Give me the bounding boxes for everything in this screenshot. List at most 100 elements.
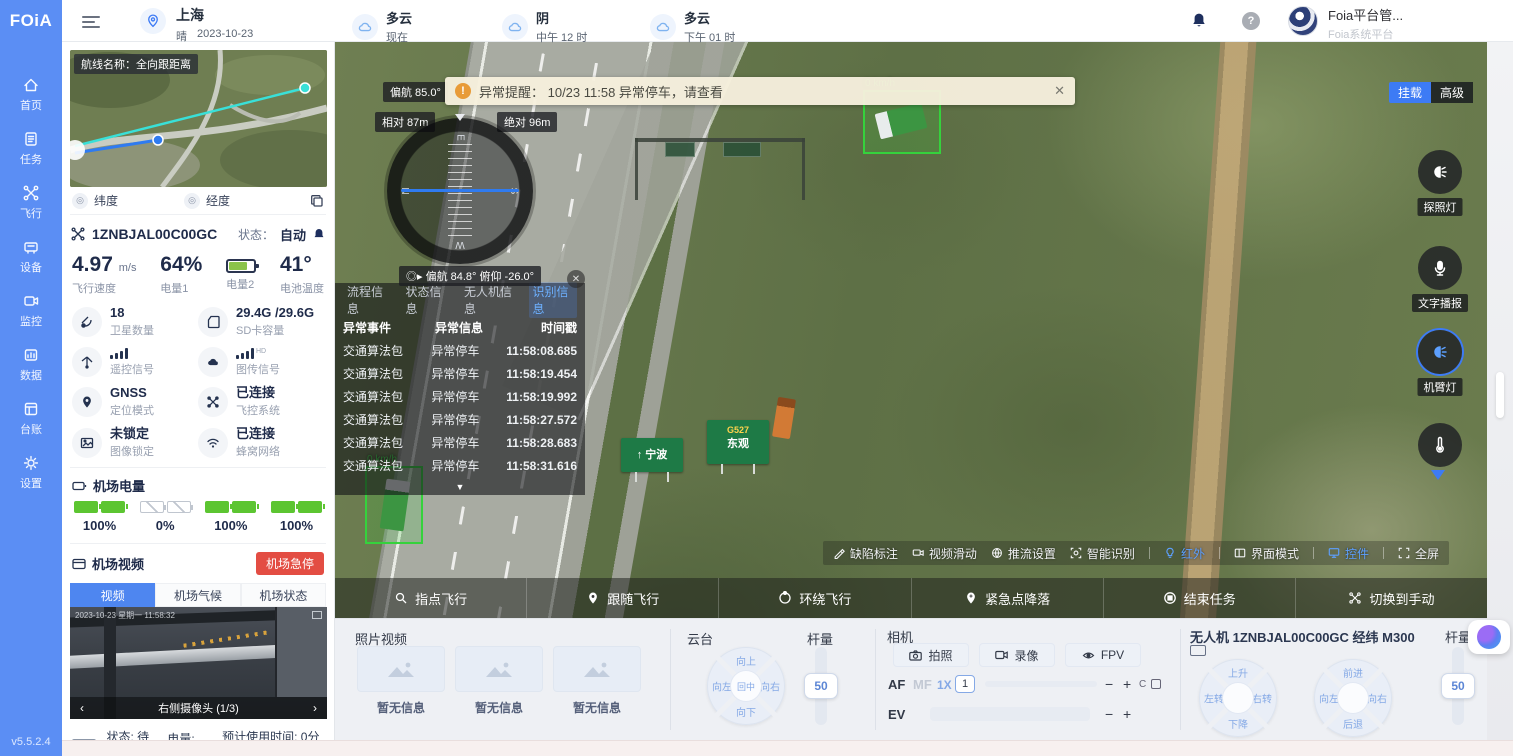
af-label[interactable]: AF: [888, 677, 905, 692]
table-row[interactable]: 交通算法包异常停车11:58:28.683: [343, 431, 577, 454]
zoom-plus-button[interactable]: +: [1123, 677, 1131, 691]
ai-assistant-button[interactable]: [1468, 620, 1510, 654]
switch-manual-button[interactable]: 切换到手动: [1296, 578, 1487, 618]
follow-flight-button[interactable]: 跟随飞行: [527, 578, 719, 618]
gimbal-left-button[interactable]: 向左: [712, 679, 732, 694]
sidebar-item-monitor[interactable]: 监控: [3, 292, 59, 329]
infrared-button[interactable]: 红外: [1164, 545, 1205, 562]
ui-mode-button[interactable]: 界面模式: [1234, 545, 1299, 562]
help-icon[interactable]: ?: [1242, 12, 1260, 30]
gimbal-stick-slider[interactable]: 50: [815, 647, 827, 725]
ev-plus-button[interactable]: +: [1123, 707, 1131, 721]
sidebar-item-home[interactable]: 首页: [3, 76, 59, 113]
keyboard-icon[interactable]: [1190, 645, 1206, 656]
user-block[interactable]: Foia平台管... Foia系统平台: [1328, 5, 1403, 42]
widgets-button[interactable]: 控件: [1328, 545, 1369, 562]
notification-bell-icon[interactable]: [1190, 11, 1208, 29]
alert-close-icon[interactable]: ✕: [1054, 83, 1065, 99]
media-placeholder-card[interactable]: [553, 646, 641, 692]
tab-dock-status[interactable]: 机场状态: [241, 583, 326, 607]
emergency-landing-button[interactable]: 紧急点降落: [912, 578, 1104, 618]
location-block[interactable]: 上海 晴 2023-10-23: [176, 5, 253, 44]
media-placeholder-card[interactable]: [357, 646, 445, 692]
orbit-flight-button[interactable]: 环绕飞行: [719, 578, 911, 618]
mf-label[interactable]: MF: [913, 677, 932, 692]
thermometer-button[interactable]: [1418, 423, 1462, 467]
fullscreen-button[interactable]: 全屏: [1398, 545, 1439, 562]
route-map-thumbnail[interactable]: 航线名称：全向跟距离: [70, 50, 327, 187]
defect-annotate-button[interactable]: 缺陷标注: [833, 545, 898, 562]
ev-slider[interactable]: [930, 707, 1090, 721]
avatar[interactable]: [1288, 6, 1318, 36]
forward-button[interactable]: 前进: [1343, 665, 1363, 680]
copy-coordinates-icon[interactable]: [310, 194, 324, 208]
prev-camera-icon[interactable]: ‹: [70, 697, 94, 719]
drone-info-grid: 18卫星数量 29.4G /29.6GSD卡容量 遥控信号 HD: [70, 304, 326, 468]
gimbal-up-button[interactable]: 向上: [736, 653, 756, 668]
expand-icon[interactable]: [312, 611, 322, 619]
tap-to-fly-button[interactable]: 指点飞行: [335, 578, 527, 618]
zoom-slider[interactable]: [985, 681, 1097, 687]
video-drag-button[interactable]: 视频滑动: [912, 545, 977, 562]
searchlight-button[interactable]: [1418, 150, 1462, 194]
sidebar-item-ledger[interactable]: 台账: [3, 400, 59, 437]
backward-button[interactable]: 后退: [1343, 716, 1363, 731]
longitude-label: 经度: [206, 192, 230, 209]
zoom-frame-icon[interactable]: [1151, 679, 1161, 689]
drone-stick-slider[interactable]: 50: [1452, 647, 1464, 725]
fpv-eye-icon: [1082, 650, 1095, 661]
ascend-button[interactable]: 上升: [1228, 665, 1248, 680]
next-camera-icon[interactable]: ›: [303, 697, 327, 719]
ai-recognition-button[interactable]: 智能识别: [1070, 545, 1135, 562]
stream-settings-button[interactable]: 推流设置: [991, 545, 1056, 562]
arm-light-button[interactable]: [1418, 330, 1462, 374]
collapse-menu-icon[interactable]: [82, 13, 100, 31]
table-row[interactable]: 交通算法包异常停车11:58:19.454: [343, 362, 577, 385]
zoom-factor-label[interactable]: 1X: [937, 678, 952, 692]
broadcast-button[interactable]: [1418, 246, 1462, 290]
scroll-down-indicator[interactable]: [1431, 470, 1445, 480]
sidebar-item-devices[interactable]: 设备: [3, 238, 59, 275]
drone-stick-value[interactable]: 50: [1441, 673, 1475, 699]
vertical-stick-center[interactable]: [1223, 683, 1253, 713]
end-mission-button[interactable]: 结束任务: [1104, 578, 1296, 618]
gimbal-stick-value[interactable]: 50: [804, 673, 838, 699]
table-row[interactable]: 交通算法包异常停车11:58:19.992: [343, 385, 577, 408]
dock-estop-button[interactable]: 机场急停: [256, 552, 324, 575]
sidebar-item-settings[interactable]: 设置: [3, 454, 59, 491]
collapse-panel-icon[interactable]: ▼: [456, 482, 465, 492]
drone-stats-row: 4.97 m/s 飞行速度 64% 电量1 电量2 41° 电池温度: [70, 249, 326, 304]
dock-camera-view[interactable]: 2023-10-23 星期一 11:58:32 ‹ 右侧摄像头 (1/3) ›: [70, 607, 327, 719]
advanced-button[interactable]: 高级: [1431, 82, 1473, 103]
move-right-button[interactable]: 向右: [1367, 691, 1387, 706]
take-photo-button[interactable]: 拍照: [893, 643, 969, 667]
record-video-button[interactable]: 录像: [979, 643, 1055, 667]
table-row[interactable]: 交通算法包异常停车11:58:31.616: [343, 454, 577, 477]
sidebar-item-data[interactable]: 数据: [3, 346, 59, 383]
horizontal-stick-center[interactable]: [1338, 683, 1368, 713]
zoom-value-input[interactable]: 1: [955, 675, 975, 693]
tab-video[interactable]: 视频: [70, 583, 155, 607]
yaw-left-button[interactable]: 左转: [1204, 691, 1224, 706]
zoom-reset-button[interactable]: C: [1139, 679, 1146, 690]
zoom-minus-button[interactable]: −: [1105, 677, 1113, 691]
drawer-handle[interactable]: [1496, 372, 1504, 418]
hud-close-icon[interactable]: ✕: [567, 270, 585, 288]
compass-instrument[interactable]: E N S W: [387, 118, 533, 264]
fpv-button[interactable]: FPV: [1065, 643, 1141, 667]
media-placeholder-card[interactable]: [455, 646, 543, 692]
table-row[interactable]: 交通算法包异常停车11:58:27.572: [343, 408, 577, 431]
gimbal-recenter-button[interactable]: 回中: [731, 671, 761, 701]
sidebar-item-tasks[interactable]: 任务: [3, 130, 59, 167]
ev-minus-button[interactable]: −: [1105, 707, 1113, 721]
mount-button[interactable]: 挂载: [1389, 82, 1431, 103]
descend-button[interactable]: 下降: [1228, 716, 1248, 731]
gimbal-down-button[interactable]: 向下: [736, 704, 756, 719]
gimbal-right-button[interactable]: 向右: [760, 679, 780, 694]
move-left-button[interactable]: 向左: [1319, 691, 1339, 706]
sidebar-item-flight[interactable]: 飞行: [3, 184, 59, 221]
yaw-right-button[interactable]: 右转: [1252, 691, 1272, 706]
tab-dock-weather[interactable]: 机场气候: [155, 583, 240, 607]
table-row[interactable]: 交通算法包异常停车11:58:08.685: [343, 339, 577, 362]
drone-alert-bell-icon[interactable]: [312, 227, 326, 241]
